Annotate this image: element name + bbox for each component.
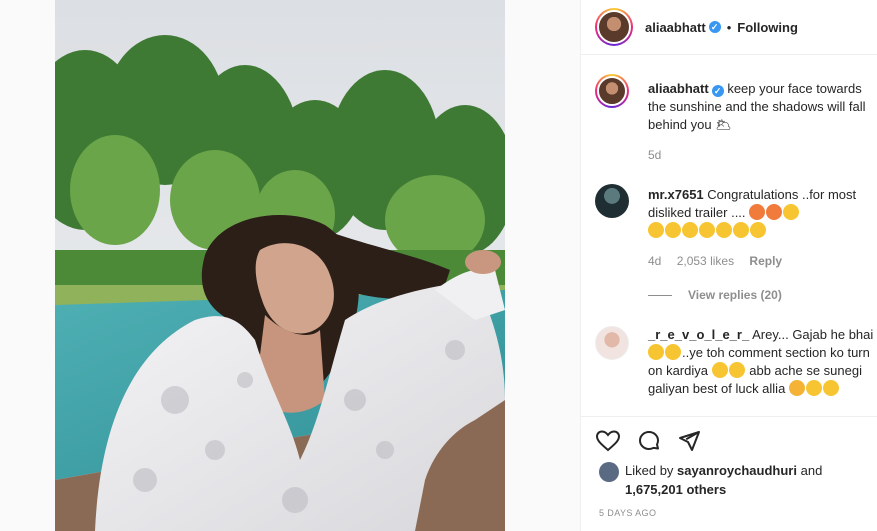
share-icon[interactable] bbox=[677, 429, 701, 453]
heart-icon[interactable] bbox=[595, 429, 621, 453]
caption-text-block: aliaabhatt ✓ keep your face towards the s… bbox=[648, 80, 877, 134]
liker-avatar[interactable] bbox=[599, 462, 619, 482]
replies-divider bbox=[648, 294, 672, 296]
comment-item: _r_e_v_o_l_e_r_ Arey... Gajab he bhai ..… bbox=[595, 326, 877, 416]
laughing-face-icon bbox=[648, 222, 664, 238]
laughing-face-icon bbox=[665, 222, 681, 238]
commenter-username[interactable]: mr.x7651 bbox=[648, 187, 704, 202]
post-side-panel: aliaabhatt ✓ • Following aliaabhatt ✓ kee… bbox=[580, 0, 877, 531]
post-photo[interactable] bbox=[55, 0, 505, 531]
caption-row: aliaabhatt ✓ keep your face towards the s… bbox=[595, 74, 877, 174]
header-user: aliaabhatt ✓ • Following bbox=[645, 20, 798, 35]
likes-joiner: and bbox=[800, 463, 823, 478]
likes-count[interactable]: 1,675,201 others bbox=[625, 482, 726, 497]
commenter-username[interactable]: _r_e_v_o_l_e_r_ bbox=[648, 327, 749, 342]
likes-text: Liked by sayanroychaudhuri and 1,675,201… bbox=[625, 461, 822, 499]
author-avatar[interactable] bbox=[595, 8, 633, 46]
comment-item: mr.x7651 Congratulations ..for most disl… bbox=[595, 184, 877, 314]
photo-column bbox=[0, 0, 580, 531]
liker-username[interactable]: sayanroychaudhuri bbox=[677, 463, 797, 478]
laughing-face-icon bbox=[728, 362, 745, 378]
post-header: aliaabhatt ✓ • Following bbox=[581, 0, 877, 55]
laughing-face-icon bbox=[665, 344, 681, 360]
post-actions: Liked by sayanroychaudhuri and 1,675,201… bbox=[581, 416, 877, 531]
caption-age[interactable]: 5d bbox=[648, 148, 661, 162]
post-photo-image bbox=[55, 0, 505, 531]
laughing-face-icon bbox=[682, 222, 698, 238]
comment-meta: 4d 2,053 likes Reply bbox=[648, 254, 794, 268]
separator-dot: • bbox=[726, 19, 732, 35]
laughing-face-icon bbox=[711, 362, 728, 378]
laughing-face-icon bbox=[783, 204, 800, 220]
angry-face-icon bbox=[749, 204, 766, 220]
verified-badge-icon: ✓ bbox=[711, 85, 724, 97]
caption-author-username[interactable]: aliaabhatt bbox=[648, 81, 709, 96]
comment-text-part-1: Arey... Gajab he bhai bbox=[752, 327, 874, 342]
view-replies-button[interactable]: View replies (20) bbox=[648, 288, 782, 302]
comment-text-block: _r_e_v_o_l_e_r_ Arey... Gajab he bhai ..… bbox=[648, 326, 877, 398]
likes-prefix: Liked by bbox=[625, 463, 674, 478]
laughing-face-icon bbox=[716, 222, 732, 238]
action-icons bbox=[595, 429, 701, 453]
laughing-face-icon bbox=[805, 380, 822, 396]
comment-age[interactable]: 4d bbox=[648, 254, 661, 268]
comment-likes[interactable]: 2,053 likes bbox=[677, 254, 734, 268]
laughing-face-icon bbox=[699, 222, 715, 238]
verified-badge-icon: ✓ bbox=[708, 21, 721, 33]
angry-face-icon bbox=[766, 204, 783, 220]
author-username[interactable]: aliaabhatt bbox=[645, 20, 706, 35]
comment-text-block: mr.x7651 Congratulations ..for most disl… bbox=[648, 186, 877, 240]
caption-author-avatar[interactable] bbox=[595, 74, 629, 108]
commenter-avatar[interactable] bbox=[595, 326, 629, 360]
laughing-face-icon bbox=[822, 380, 839, 396]
view-replies-label: View replies (20) bbox=[688, 288, 782, 302]
likes-summary: Liked by sayanroychaudhuri and 1,675,201… bbox=[599, 461, 822, 499]
laughing-face-icon bbox=[750, 222, 766, 238]
following-button[interactable]: Following bbox=[737, 20, 798, 35]
commenter-avatar[interactable] bbox=[595, 184, 629, 218]
laughing-face-icon bbox=[733, 222, 749, 238]
caption-meta: 5d bbox=[648, 148, 673, 162]
comments-list[interactable]: aliaabhatt ✓ keep your face towards the s… bbox=[581, 56, 877, 416]
laughing-face-icon bbox=[648, 344, 664, 360]
post-timestamp[interactable]: 5 DAYS AGO bbox=[599, 508, 656, 518]
comment-icon[interactable] bbox=[637, 429, 661, 453]
reply-button[interactable]: Reply bbox=[749, 254, 782, 268]
thumbs-up-icon bbox=[788, 380, 805, 396]
